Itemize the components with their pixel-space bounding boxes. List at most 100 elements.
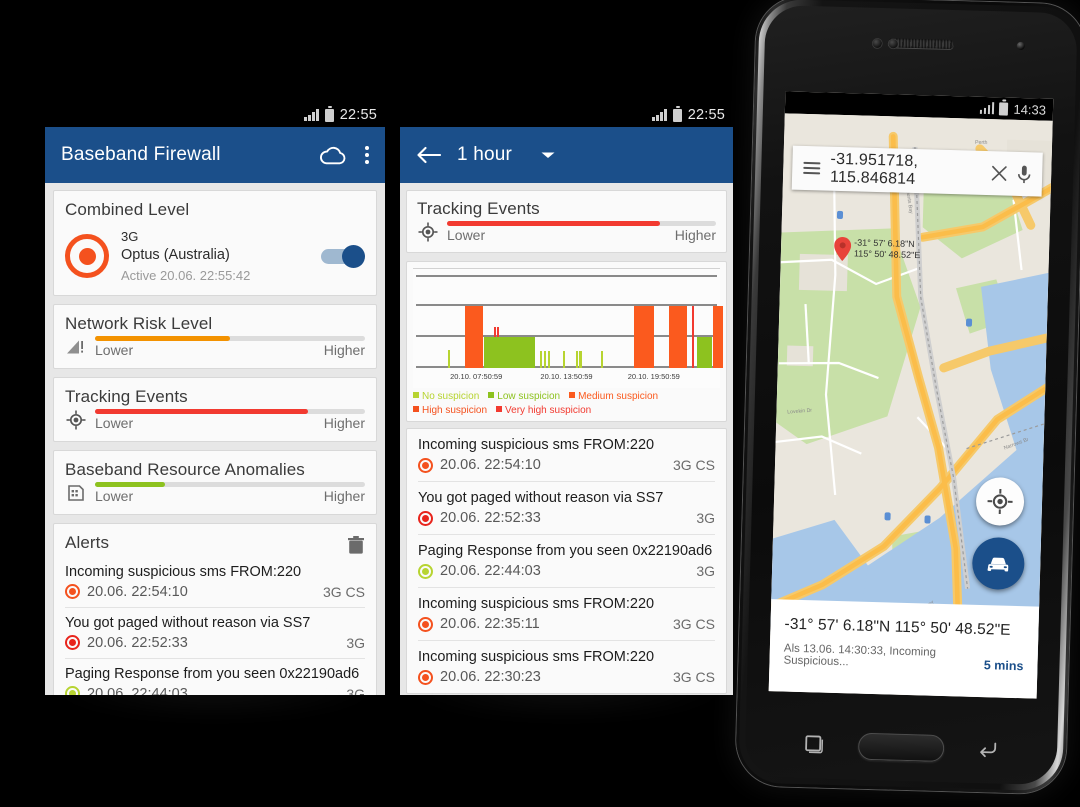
legend-swatch-icon [496, 405, 503, 412]
close-icon[interactable] [991, 165, 1007, 181]
phone-1-app-bar: Baseband Firewall [45, 127, 385, 183]
cloud-icon[interactable] [319, 145, 347, 165]
gauge-high-label: Higher [323, 341, 365, 358]
front-camera-icon [1016, 41, 1025, 51]
search-input[interactable]: -31.951718, 115.846814 [830, 151, 982, 191]
chart-bar [562, 351, 565, 368]
chart-x-axis: 20.10. 07:50:59 20.10. 13:50:59 20.10. 19:… [416, 370, 717, 386]
alert-row[interactable]: Incoming suspicious sms FROM:220 20.06. … [65, 557, 365, 608]
back-icon[interactable] [977, 739, 1000, 760]
status-clock: 22:55 [687, 107, 725, 123]
chart-bar [712, 306, 723, 368]
event-network: 3G CS [672, 669, 715, 685]
home-button[interactable] [857, 732, 945, 763]
arrow-back-icon[interactable] [416, 145, 441, 165]
recents-icon[interactable] [803, 734, 826, 755]
event-message: Incoming suspicious sms FROM:220 [418, 437, 655, 453]
chart-bar [601, 351, 604, 368]
phone-3-maps-device: 14:33 Mounts Bay Lovekin Dr Narrows Br P… [735, 0, 1080, 795]
chart-bar [696, 337, 712, 368]
info-eta[interactable]: 5 mins [984, 658, 1024, 673]
chart-x-tick-label: 20.10. 13:50:59 [540, 372, 593, 381]
event-network: 3G CS [672, 616, 715, 632]
map-pin-icon[interactable] [834, 237, 852, 262]
chart-bar [579, 351, 582, 368]
chart-x-tick-label: 20.10. 19:50:59 [627, 372, 680, 381]
suspicion-timeline-chart-card[interactable]: 20.10. 07:50:59 20.10. 13:50:59 20.10. 19:… [406, 261, 727, 422]
phone-1-content: Combined Level 3G Optus (Australia) Acti… [45, 183, 385, 695]
combined-level-card[interactable]: Combined Level 3G Optus (Australia) Acti… [53, 190, 377, 296]
alert-network: 3G [346, 634, 365, 651]
trash-icon[interactable] [347, 535, 365, 555]
chevron-down-icon[interactable] [540, 150, 556, 160]
alert-row[interactable]: You got paged without reason via SS7 20.… [65, 608, 365, 659]
phone-2-tracking-events: 22:55 1 hour Tracking Events Lower Highe… [400, 103, 733, 721]
status-clock: 22:55 [339, 107, 377, 123]
map-search-bar[interactable]: -31.951718, 115.846814 [791, 145, 1043, 197]
svg-text:Perth: Perth [975, 140, 988, 146]
event-row[interactable]: Incoming suspicious sms FROM:220 20.06. … [418, 641, 715, 693]
legend-swatch-icon [413, 392, 419, 398]
phone-2-content: Tracking Events Lower Higher 20.10. 07:5… [400, 183, 733, 695]
time-range-title: 1 hour [457, 144, 513, 165]
legend-swatch-icon [569, 392, 576, 398]
network-type: 3G [121, 229, 139, 244]
chart-legend: No suspicion Low suspicion Medium suspicio… [413, 390, 720, 417]
chart-legend-item: Low suspicion [488, 390, 560, 404]
severity-dot-icon [418, 669, 433, 685]
hamburger-icon[interactable] [803, 161, 821, 175]
severity-dot-icon [418, 457, 433, 473]
gauge-card-network-risk-level[interactable]: Network Risk Level Lower Higher [53, 303, 377, 369]
gauge-card-baseband-resource-anomalies[interactable]: Baseband Resource Anomalies Lower Higher [53, 449, 377, 515]
alert-row[interactable]: Paging Response from you seen 0x22190ad6… [65, 659, 365, 695]
gauge-card-tracking-events[interactable]: Tracking Events Lower Higher [406, 190, 727, 253]
location-info-card[interactable]: -31° 57' 6.18"N 115° 50' 48.52"E Als 13.… [768, 599, 1040, 699]
chart-bar [548, 351, 551, 368]
event-row[interactable]: Incoming suspicious sms FROM:220 20.06. … [418, 588, 715, 641]
chart-bar [464, 306, 484, 368]
gauge-title: Network Risk Level [65, 313, 213, 333]
gauge-low-label: Lower [95, 487, 134, 504]
event-timestamp: 20.06. 22:54:10 [440, 457, 541, 473]
map-canvas[interactable]: Mounts Bay Lovekin Dr Swan River Narrows… [768, 113, 1054, 699]
alert-timestamp: 20.06. 22:44:03 [87, 685, 188, 695]
gauge-low-label: Lower [95, 341, 134, 358]
chart-legend-item: Medium suspicion [569, 390, 658, 404]
event-network: 3G CS [672, 457, 715, 473]
gauge-card-tracking-events[interactable]: Tracking Events Lower Higher [53, 376, 377, 442]
gauge-fill [95, 335, 230, 341]
combined-level-title: Combined Level [65, 200, 190, 219]
gauge-fill [95, 481, 166, 487]
alert-timestamp: 20.06. 22:54:10 [87, 583, 188, 600]
phone-1-baseband-firewall: 22:55 Baseband Firewall Combined Level 3… [45, 103, 385, 721]
alert-network: 3G [346, 685, 365, 695]
severity-dot-icon [418, 510, 433, 526]
phone-1-status-bar: 22:55 [45, 103, 385, 127]
event-row[interactable]: Paging Response from you seen 0x22190ad6… [418, 535, 715, 588]
gauge-high-label: Higher [674, 227, 716, 243]
phone-2-status-bar: 22:55 [400, 103, 733, 127]
event-message: Paging Response from you seen 0x22190ad6 [418, 543, 713, 559]
alerts-card: Alerts Incoming suspicious sms FROM:220 … [53, 522, 377, 695]
gauge-fill [447, 221, 660, 226]
legend-swatch-icon [413, 405, 419, 412]
alert-message: Incoming suspicious sms FROM:220 [65, 563, 302, 580]
microphone-icon[interactable] [1017, 164, 1032, 183]
gauge-track [95, 408, 365, 414]
active-since: Active 20.06. 22:55:42 [121, 268, 251, 284]
sim-chip-icon [65, 482, 87, 504]
firewall-toggle[interactable] [321, 244, 365, 268]
battery-icon [999, 101, 1009, 116]
severity-dot-icon [65, 584, 80, 600]
chart-bar [668, 306, 688, 368]
event-message: Incoming suspicious sms FROM:220 [418, 649, 655, 665]
event-row[interactable]: Incoming suspicious sms FROM:220 20.06. … [418, 429, 715, 482]
event-row[interactable]: You got paged without reason via SS7 20.… [418, 482, 715, 535]
gauge-title: Tracking Events [417, 199, 540, 218]
chart-bar [484, 337, 536, 368]
more-vert-icon[interactable] [365, 145, 369, 165]
event-timestamp: 20.06. 22:52:33 [440, 510, 541, 526]
alert-message: Paging Response from you seen 0x22190ad6 [65, 665, 360, 682]
screenshot-stage: 22:55 Baseband Firewall Combined Level 3… [0, 0, 1080, 807]
chart-bar [544, 351, 547, 368]
